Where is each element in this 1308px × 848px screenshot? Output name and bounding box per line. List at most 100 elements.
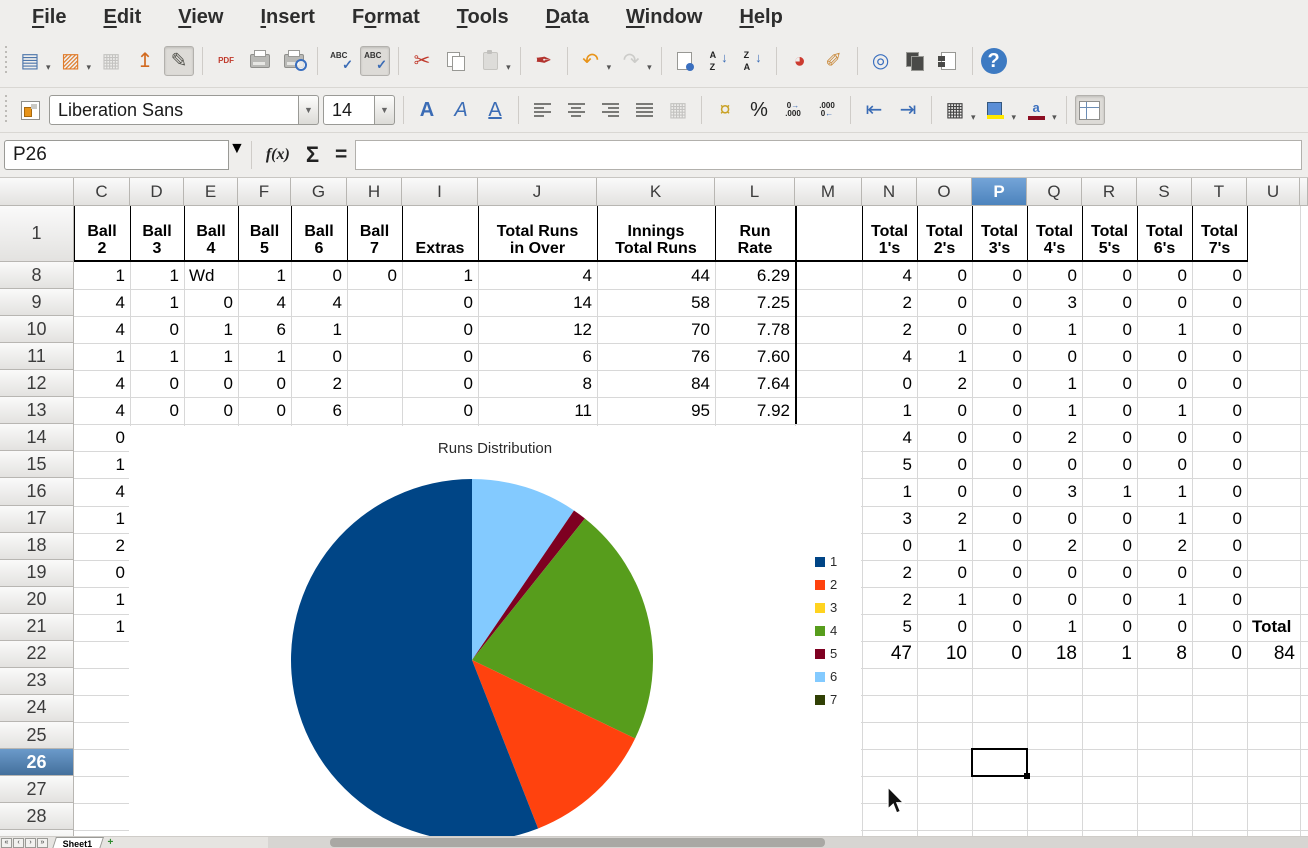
cell-O21[interactable]: 0 (918, 615, 971, 640)
open-document-dropdown-icon[interactable]: ▾ (87, 62, 92, 73)
cell-C14[interactable]: 0 (75, 425, 129, 450)
cell-O10[interactable]: 0 (918, 317, 971, 342)
last-sheet-icon[interactable]: » (37, 838, 48, 848)
column-header-M[interactable]: M (795, 178, 862, 206)
column-header-C[interactable]: C (74, 178, 130, 206)
formula-input[interactable] (355, 140, 1302, 170)
menu-tools[interactable]: Tools (439, 5, 528, 30)
print-preview-icon[interactable] (279, 46, 309, 76)
align-left-icon[interactable] (527, 95, 557, 125)
pie-chart[interactable] (129, 426, 861, 836)
cell-E12[interactable]: 0 (185, 371, 237, 396)
auto-spellcheck-icon[interactable]: ABC✓ (360, 46, 390, 76)
row-header-8[interactable]: 8 (0, 262, 74, 289)
sheet-tab[interactable]: Sheet1 (52, 837, 103, 848)
column-header-R[interactable]: R (1082, 178, 1137, 206)
font-color-icon[interactable]: a (1021, 95, 1051, 125)
equals-icon[interactable]: = (335, 143, 347, 167)
cell-D10[interactable]: 0 (131, 317, 183, 342)
cell-S15[interactable]: 0 (1138, 452, 1191, 477)
cell-C21[interactable]: 1 (75, 615, 129, 640)
cell-O20[interactable]: 1 (918, 588, 971, 613)
new-document-icon[interactable]: ▤ (15, 46, 45, 76)
header-cell-G1[interactable]: Ball 6 (292, 207, 346, 260)
cell-P22[interactable]: 0 (973, 642, 1026, 667)
cell-K11[interactable]: 76 (598, 344, 714, 369)
cell-C9[interactable]: 4 (75, 290, 129, 315)
cell-J11[interactable]: 6 (479, 344, 596, 369)
cell-T18[interactable]: 0 (1193, 534, 1246, 559)
cell-D9[interactable]: 1 (131, 290, 183, 315)
header-cell-P1[interactable]: Total 3's (973, 207, 1026, 260)
row-header-25[interactable]: 25 (0, 722, 74, 749)
add-decimal-icon[interactable]: 0→.000 (778, 95, 808, 125)
cell-G9[interactable]: 4 (292, 290, 346, 315)
merge-cells-icon[interactable]: ▦ (663, 95, 693, 125)
export-pdf-icon[interactable]: PDF (211, 46, 241, 76)
column-header-Q[interactable]: Q (1027, 178, 1082, 206)
cell-P16[interactable]: 0 (973, 479, 1026, 504)
font-name-input[interactable]: Liberation Sans (49, 95, 299, 125)
column-header-T[interactable]: T (1192, 178, 1247, 206)
cell-F8[interactable]: 1 (239, 263, 290, 288)
row-header-14[interactable]: 14 (0, 424, 74, 451)
selection-box[interactable] (971, 748, 1028, 777)
cell-Q20[interactable]: 0 (1028, 588, 1081, 613)
row-header-15[interactable]: 15 (0, 451, 74, 478)
font-color-dropdown-icon[interactable]: ▾ (1052, 112, 1057, 123)
header-cell-I1[interactable]: Extras (403, 207, 477, 260)
header-cell-Q1[interactable]: Total 4's (1028, 207, 1081, 260)
cell-D11[interactable]: 1 (131, 344, 183, 369)
row-header-1[interactable]: 1 (0, 206, 74, 262)
cell-N15[interactable]: 5 (863, 452, 916, 477)
freeze-panes-icon[interactable] (1075, 95, 1105, 125)
row-header-21[interactable]: 21 (0, 614, 74, 641)
cell-T9[interactable]: 0 (1193, 290, 1246, 315)
cell-P15[interactable]: 0 (973, 452, 1026, 477)
currency-icon[interactable]: ¤ (710, 95, 740, 125)
cell-N14[interactable]: 4 (863, 425, 916, 450)
cell-Q14[interactable]: 2 (1028, 425, 1081, 450)
background-color-dropdown-icon[interactable]: ▾ (1012, 112, 1017, 123)
save-icon[interactable]: ▦ (96, 46, 126, 76)
cell-S13[interactable]: 1 (1138, 398, 1191, 423)
legend-item-4[interactable]: 4 (815, 623, 837, 638)
cell-T8[interactable]: 0 (1193, 263, 1246, 288)
cell-T13[interactable]: 0 (1193, 398, 1246, 423)
open-document-icon[interactable]: ▨ (56, 46, 86, 76)
cell-C11[interactable]: 1 (75, 344, 129, 369)
chart-object[interactable]: Runs Distribution1234567 (129, 426, 861, 836)
column-header-G[interactable]: G (291, 178, 347, 206)
row-header-17[interactable]: 17 (0, 506, 74, 533)
cell-U21[interactable]: Total (1248, 615, 1299, 640)
copy-icon[interactable] (441, 46, 471, 76)
cell-P9[interactable]: 0 (973, 290, 1026, 315)
font-size-input[interactable]: 14 (323, 95, 375, 125)
cell-K9[interactable]: 58 (598, 290, 714, 315)
cell-L9[interactable]: 7.25 (716, 290, 794, 315)
cut-icon[interactable]: ✂ (407, 46, 437, 76)
cell-S10[interactable]: 1 (1138, 317, 1191, 342)
legend-item-6[interactable]: 6 (815, 669, 837, 684)
legend-item-2[interactable]: 2 (815, 577, 837, 592)
row-header-24[interactable]: 24 (0, 695, 74, 722)
cell-F9[interactable]: 4 (239, 290, 290, 315)
cell-D8[interactable]: 1 (131, 263, 183, 288)
cell-N17[interactable]: 3 (863, 507, 916, 532)
paste-dropdown-icon[interactable]: ▾ (506, 62, 511, 73)
cell-J10[interactable]: 12 (479, 317, 596, 342)
cell-T16[interactable]: 0 (1193, 479, 1246, 504)
decrease-indent-icon[interactable]: ⇤ (859, 95, 889, 125)
cell-O11[interactable]: 1 (918, 344, 971, 369)
cell-Q22[interactable]: 18 (1028, 642, 1081, 667)
name-box-dropdown-icon[interactable]: ▼ (229, 140, 245, 170)
row-header-13[interactable]: 13 (0, 397, 74, 424)
font-size-dropdown-icon[interactable]: ▼ (375, 95, 395, 125)
cell-S8[interactable]: 0 (1138, 263, 1191, 288)
header-cell-L1[interactable]: Run Rate (716, 207, 794, 260)
cell-Q12[interactable]: 1 (1028, 371, 1081, 396)
cell-G13[interactable]: 6 (292, 398, 346, 423)
header-cell-T1[interactable]: Total 7's (1193, 207, 1246, 260)
row-header-11[interactable]: 11 (0, 343, 74, 370)
cell-S11[interactable]: 0 (1138, 344, 1191, 369)
